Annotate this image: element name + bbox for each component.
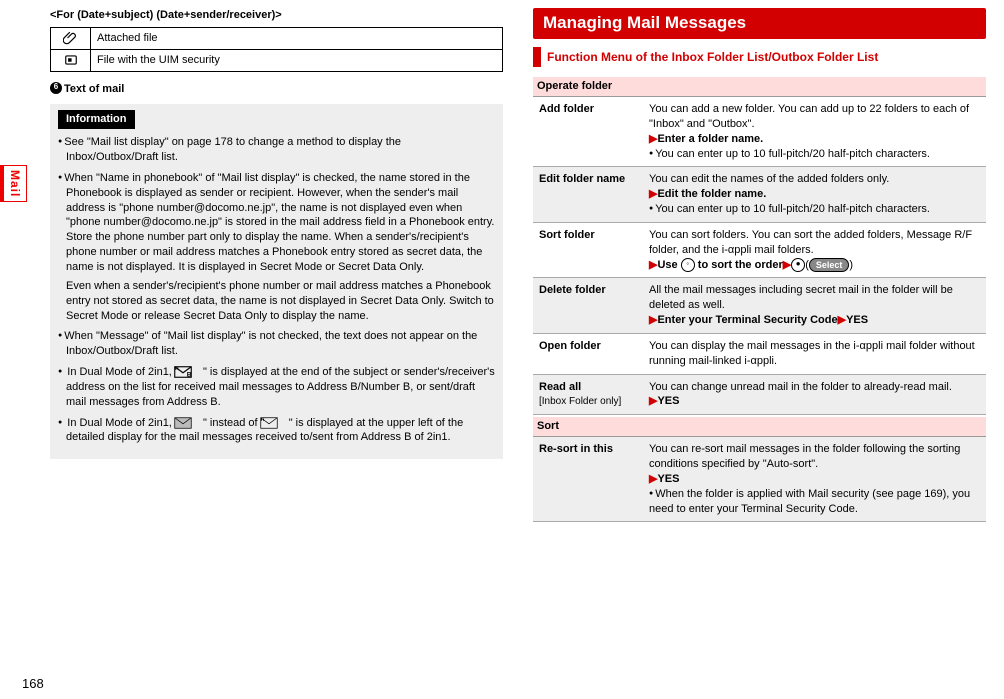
read-all-label: Read all [Inbox Folder only] (533, 374, 643, 415)
text-of-mail-label: Text of mail (64, 82, 124, 97)
uim-security-label: File with the UIM security (91, 49, 503, 71)
delete-folder-label: Delete folder (533, 278, 643, 334)
right-column: Managing Mail Messages Function Menu of … (533, 8, 986, 522)
information-box: Information See "Mail list display" on p… (50, 104, 503, 459)
envelope-plain-icon (268, 417, 286, 429)
uim-security-icon-cell (51, 49, 91, 71)
for-line: <For (Date+subject) (Date+sender/receive… (50, 8, 503, 23)
side-tab-mail: Mail (0, 165, 27, 202)
info-bullet-5: In Dual Mode of 2in1, " " instead of " "… (58, 416, 495, 446)
operate-folder-table: Add folder You can add a new folder. You… (533, 97, 986, 415)
info-bullet-1: See "Mail list display" on page 178 to c… (58, 135, 495, 165)
edit-folder-label: Edit folder name (533, 167, 643, 223)
info-bullet-2: When "Name in phonebook" of "Mail list d… (58, 171, 495, 323)
select-circle-icon: ● (791, 258, 805, 272)
envelope-grey-icon (182, 417, 200, 429)
read-all-desc: You can change unread mail in the folder… (643, 374, 986, 415)
svg-text:B: B (187, 372, 192, 379)
function-menu-heading: Function Menu of the Inbox Folder List/O… (533, 47, 986, 67)
select-pill: Select (809, 258, 850, 272)
info-bullet-3: When "Message" of "Mail list display" is… (58, 329, 495, 359)
category-sort: Sort (533, 417, 986, 437)
paperclip-icon (63, 31, 79, 45)
text-of-mail-row: 6 Text of mail (50, 82, 503, 97)
uim-icon (63, 53, 79, 67)
open-folder-desc: You can display the mail messages in the… (643, 333, 986, 374)
delete-folder-desc: All the mail messages including secret m… (643, 278, 986, 334)
left-column: <For (Date+subject) (Date+sender/receive… (50, 8, 503, 522)
attached-file-icon-cell (51, 27, 91, 49)
edit-folder-desc: You can edit the names of the added fold… (643, 167, 986, 223)
nav-circle-icon: ◦ (681, 258, 695, 272)
attached-file-label: Attached file (91, 27, 503, 49)
resort-label: Re-sort in this (533, 437, 643, 522)
sort-table: Re-sort in this You can re-sort mail mes… (533, 437, 986, 522)
sort-folder-label: Sort folder (533, 222, 643, 278)
open-folder-label: Open folder (533, 333, 643, 374)
information-title: Information (58, 110, 135, 129)
managing-mail-heading: Managing Mail Messages (533, 8, 986, 39)
envelope-b-icon: B (182, 366, 200, 378)
add-folder-desc: You can add a new folder. You can add up… (643, 97, 986, 167)
add-folder-label: Add folder (533, 97, 643, 167)
category-operate-folder: Operate folder (533, 77, 986, 97)
resort-desc: You can re-sort mail messages in the fol… (643, 437, 986, 522)
circle-number-6: 6 (50, 82, 62, 94)
page-number: 168 (22, 675, 44, 693)
icon-legend-table: Attached file File with the UIM security (50, 27, 503, 72)
sort-folder-desc: You can sort folders. You can sort the a… (643, 222, 986, 278)
info-bullet-4: In Dual Mode of 2in1, " B " is displayed… (58, 365, 495, 410)
